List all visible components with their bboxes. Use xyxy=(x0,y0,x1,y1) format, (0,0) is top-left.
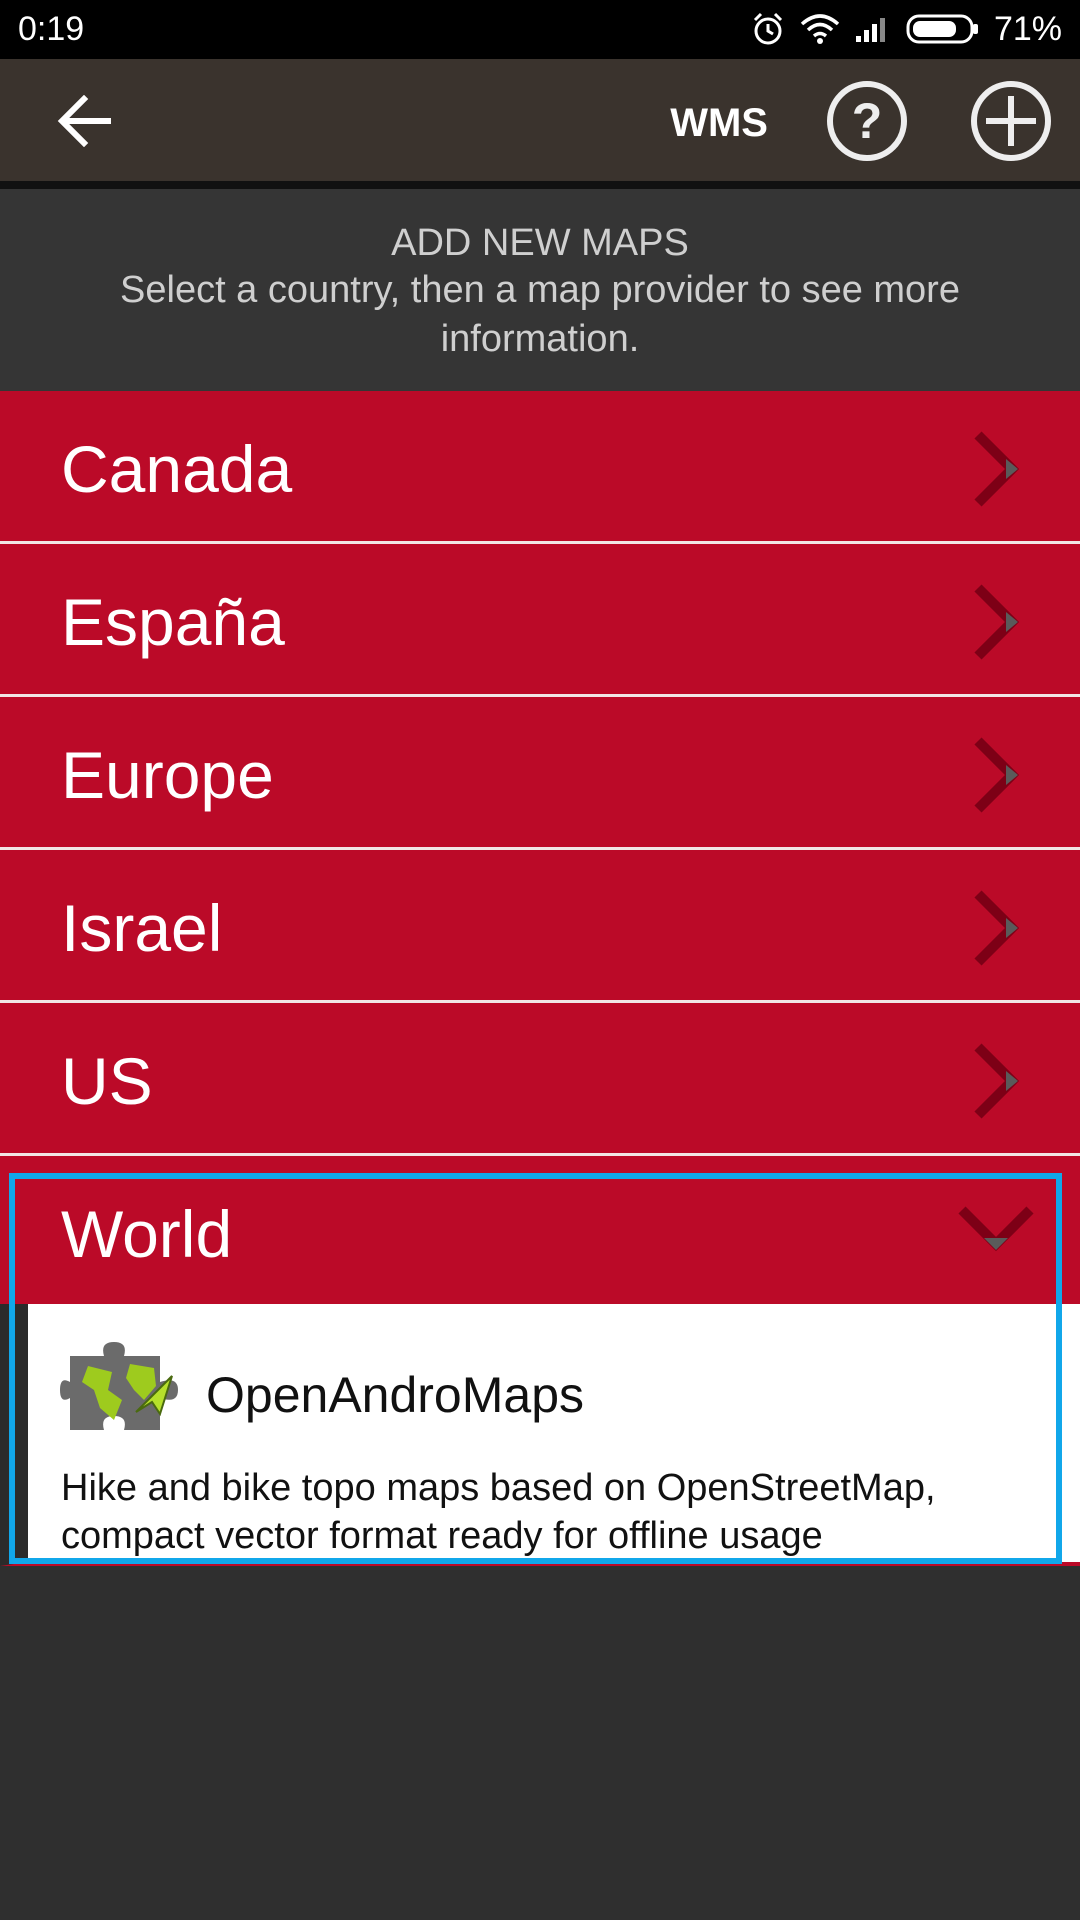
battery-percent: 71% xyxy=(993,10,1062,48)
app-bar-title: WMS xyxy=(670,101,768,145)
country-row-world[interactable]: World xyxy=(0,1156,1080,1304)
country-row-canada[interactable]: Canada xyxy=(0,391,1080,544)
country-label: World xyxy=(61,1197,233,1271)
country-row-espana[interactable]: España xyxy=(0,544,1080,697)
chevron-right-icon xyxy=(974,431,1020,507)
provider-name: OpenAndroMaps xyxy=(206,1367,585,1423)
signal-icon xyxy=(855,18,885,42)
app-bar: WMS ? xyxy=(0,59,1080,189)
country-label: Europe xyxy=(61,738,274,812)
chevron-right-icon xyxy=(974,890,1020,966)
svg-text:?: ? xyxy=(852,93,883,149)
status-time: 0:19 xyxy=(18,10,85,48)
status-bar: 0:19 71% xyxy=(0,0,1080,59)
chevron-down-icon xyxy=(958,1206,1034,1252)
country-label: US xyxy=(61,1044,153,1118)
country-row-europe[interactable]: Europe xyxy=(0,697,1080,850)
provider-description: Hike and bike topo maps based on OpenStr… xyxy=(61,1467,936,1557)
wifi-icon xyxy=(800,14,840,44)
country-label: Israel xyxy=(61,891,223,965)
chevron-right-icon xyxy=(974,737,1020,813)
help-icon[interactable]: ? xyxy=(826,80,908,162)
chevron-right-icon xyxy=(974,584,1020,660)
chevron-right-icon xyxy=(974,1043,1020,1119)
status-icons: 71% xyxy=(750,8,1062,50)
country-row-israel[interactable]: Israel xyxy=(0,850,1080,1003)
country-list: Canada España Europe Israel US World Ope… xyxy=(0,391,1080,1566)
alarm-icon xyxy=(753,12,782,45)
header-subtitle: Select a country, then a map provider to… xyxy=(120,269,960,360)
add-icon[interactable] xyxy=(970,80,1052,162)
back-arrow-icon[interactable] xyxy=(56,95,112,147)
battery-icon xyxy=(906,14,978,44)
provider-openandromaps[interactable]: OpenAndroMaps Hike and bike topo maps ba… xyxy=(0,1304,1080,1566)
country-label: Canada xyxy=(61,432,293,506)
add-maps-header: ADD NEW MAPS Select a country, then a ma… xyxy=(0,189,1080,391)
country-row-us[interactable]: US xyxy=(0,1003,1080,1156)
header-title: ADD NEW MAPS xyxy=(391,222,689,264)
puzzle-map-logo-icon xyxy=(60,1342,178,1430)
country-label: España xyxy=(61,585,285,659)
